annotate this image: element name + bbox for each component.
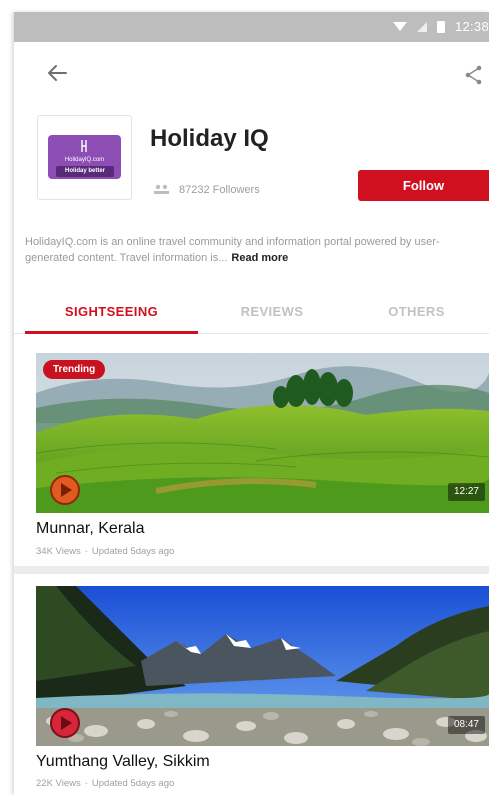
video-duration: 12:27 xyxy=(447,483,485,501)
logo-brand-text: HolidayIQ.com xyxy=(64,157,105,163)
tab-sightseeing[interactable]: SIGHTSEEING xyxy=(25,288,198,334)
video-thumbnail[interactable]: 08:47 xyxy=(36,586,489,746)
follow-button[interactable]: Follow xyxy=(358,170,489,201)
video-card[interactable]: 08:47 Yumthang Valley, Sikkim 22K Views ·… xyxy=(14,574,489,795)
video-thumbnail[interactable]: Trending 12:27 xyxy=(36,353,489,513)
trending-badge: Trending xyxy=(43,360,106,379)
share-icon[interactable] xyxy=(463,64,485,86)
wifi-icon xyxy=(392,22,407,31)
status-bar: 12:38 xyxy=(14,12,489,42)
signal-icon xyxy=(416,21,427,32)
video-views: 22K Views xyxy=(36,778,81,789)
status-time: 12:38 xyxy=(454,19,489,34)
video-title[interactable]: Yumthang Valley, Sikkim xyxy=(36,753,210,771)
play-icon[interactable] xyxy=(49,707,81,739)
video-updated: Updated 5days ago xyxy=(91,778,175,789)
profile-logo: HolidayIQ.com Holiday better xyxy=(37,115,132,200)
content-tabs: SIGHTSEEING REVIEWS OTHERS xyxy=(14,288,489,334)
profile-description: HolidayIQ.com is an online travel commun… xyxy=(25,234,465,266)
people-icon xyxy=(154,184,169,194)
logo-tagline: Holiday better xyxy=(56,166,114,177)
tab-others[interactable]: OTHERS xyxy=(344,288,489,334)
video-meta: 22K Views · Updated 5days ago xyxy=(36,778,175,789)
read-more-link[interactable]: Read more xyxy=(231,252,288,264)
tab-reviews[interactable]: REVIEWS xyxy=(202,288,342,334)
video-title[interactable]: Munnar, Kerala xyxy=(36,520,145,538)
battery-icon xyxy=(436,20,445,33)
video-feed: Trending 12:27 Munnar, Kerala 34K Views ·… xyxy=(14,334,489,795)
video-views: 34K Views xyxy=(36,546,81,557)
app-bar xyxy=(14,42,489,102)
followers-text: 87232 Followers xyxy=(179,184,260,196)
mountain-valley-image xyxy=(36,586,489,746)
logo-mark-icon xyxy=(81,140,87,152)
video-updated: Updated 5days ago xyxy=(91,546,175,557)
status-icons: 12:38 xyxy=(392,19,489,34)
video-duration: 08:47 xyxy=(447,716,485,734)
app-screen: 12:38 HolidayIQ.com Holiday better Holid… xyxy=(14,12,489,795)
video-card[interactable]: Trending 12:27 Munnar, Kerala 34K Views ·… xyxy=(14,334,489,566)
play-icon[interactable] xyxy=(49,474,81,506)
video-meta: 34K Views · Updated 5days ago xyxy=(36,546,175,557)
profile-name: Holiday IQ xyxy=(150,125,269,152)
tea-hills-image xyxy=(36,353,489,513)
arrow-left-icon[interactable] xyxy=(42,58,72,88)
followers-count: 87232 Followers xyxy=(153,184,260,196)
